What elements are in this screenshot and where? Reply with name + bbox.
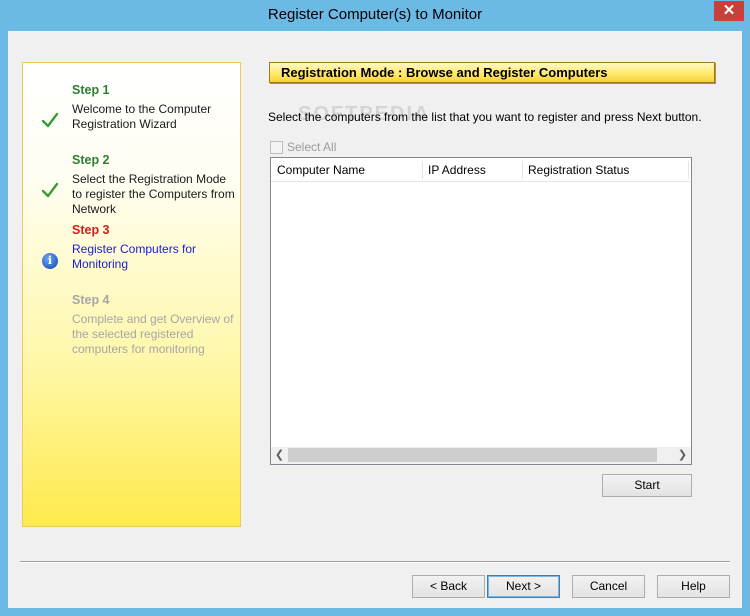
select-all-label: Select All [287,140,337,154]
column-header-computer-name[interactable]: Computer Name [271,158,422,182]
checkbox-box[interactable] [270,140,283,154]
wizard-window: Register Computer(s) to Monitor ✕ Step 1… [0,0,750,616]
cancel-button[interactable]: Cancel [572,575,645,598]
step-3-description: Register Computers for Monitoring [72,242,197,271]
step-2-description: Select the Registration Mode to register… [72,172,235,216]
scroll-left-icon[interactable]: ❮ [271,447,288,464]
next-button[interactable]: Next > [487,575,560,598]
step-3: Step 3 Register Computers for Monitoring [72,223,237,272]
list-header: Computer Name IP Address Registration St… [271,158,691,182]
back-button[interactable]: < Back [412,575,485,598]
step-3-title: Step 3 [72,223,110,237]
column-header-registration-status[interactable]: Registration Status [522,158,688,182]
scroll-right-icon[interactable]: ❯ [674,447,691,464]
instruction-text: Select the computers from the list that … [268,110,702,124]
step-2: Step 2 Select the Registration Mode to r… [72,153,237,217]
window-title: Register Computer(s) to Monitor [267,6,483,23]
title-bar[interactable]: Register Computer(s) to Monitor ✕ [0,0,750,31]
scrollbar-thumb[interactable] [288,448,657,462]
close-button[interactable]: ✕ [714,1,744,21]
dialog-body: Step 1 Welcome to the Computer Registrat… [8,31,742,608]
column-header-ip-address[interactable]: IP Address [422,158,522,182]
steps-panel: Step 1 Welcome to the Computer Registrat… [22,62,241,527]
step-1: Step 1 Welcome to the Computer Registrat… [72,83,237,132]
help-button[interactable]: Help [657,575,730,598]
column-separator[interactable] [688,161,689,179]
step-4: Step 4 Complete and get Overview of the … [72,293,237,357]
registration-mode-heading: Registration Mode : Browse and Register … [269,62,715,83]
step-4-title: Step 4 [72,293,110,307]
step-1-title: Step 1 [72,83,110,97]
step-1-description: Welcome to the Computer Registration Wiz… [72,102,212,131]
select-all-checkbox[interactable]: Select All [270,140,336,154]
computers-list[interactable]: Computer Name IP Address Registration St… [270,157,692,465]
horizontal-scrollbar[interactable]: ❮ ❯ [271,447,691,464]
step-2-title: Step 2 [72,153,110,167]
step-4-description: Complete and get Overview of the selecte… [72,312,234,356]
checkmark-icon [41,181,59,199]
footer-divider [20,561,730,563]
checkmark-icon [41,111,59,129]
start-button[interactable]: Start [602,474,692,497]
info-icon: i [42,253,60,271]
